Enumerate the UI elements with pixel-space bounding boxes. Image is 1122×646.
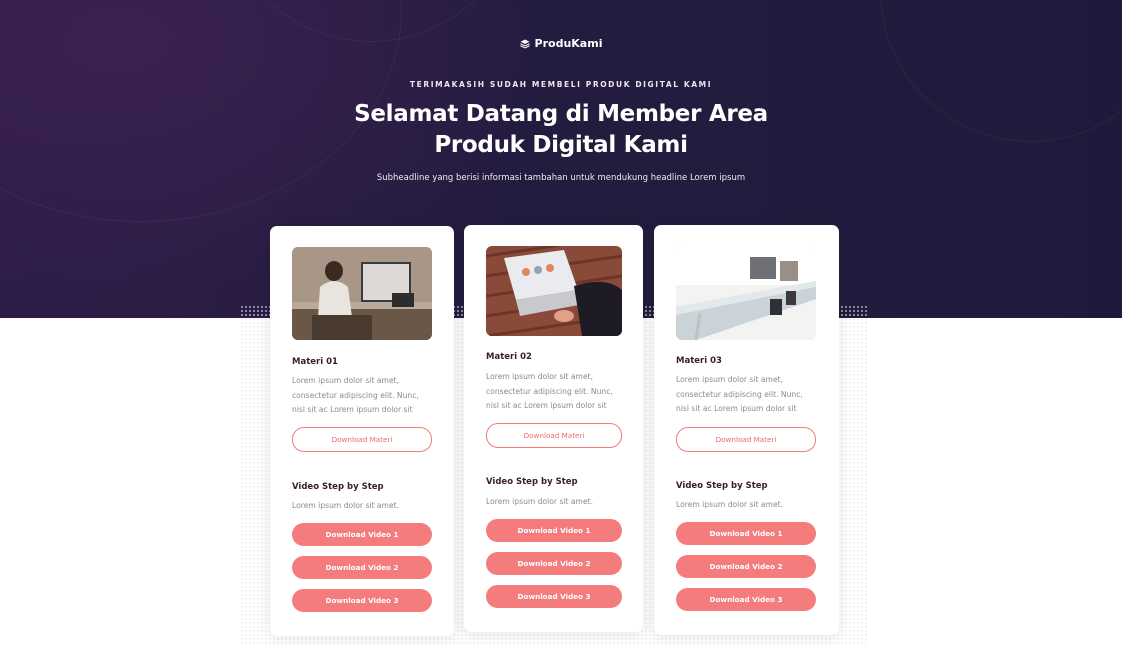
download-video-2-button[interactable]: Download Video 2 [676, 555, 816, 578]
download-materi-button[interactable]: Download Materi [292, 427, 432, 452]
video-section-title: Video Step by Step [486, 477, 578, 487]
video-section-title: Video Step by Step [292, 482, 384, 492]
headline-line-1: Selamat Datang di Member Area [354, 101, 768, 127]
download-video-3-button[interactable]: Download Video 3 [676, 588, 816, 611]
decorative-ring [880, 0, 1122, 142]
download-video-1-button[interactable]: Download Video 1 [292, 523, 432, 546]
hero-headline: Selamat Datang di Member Area Produk Dig… [311, 99, 811, 161]
download-video-2-button[interactable]: Download Video 2 [486, 552, 622, 575]
materi-card-1: Materi 01 Lorem ipsum dolor sit amet, co… [270, 226, 454, 636]
brand-logo[interactable]: ProduKami [0, 37, 1122, 50]
hero-subheadline: Subheadline yang berisi informasi tambah… [376, 173, 746, 183]
person-at-desk-image [292, 247, 432, 340]
card-description: Lorem ipsum dolor sit amet, consectetur … [292, 376, 419, 414]
materi-card-3: Materi 03 Lorem ipsum dolor sit amet, co… [654, 225, 839, 635]
video-section-description: Lorem ipsum dolor sit amet. [676, 500, 784, 509]
card-thumbnail [292, 247, 432, 340]
card-thumbnail [486, 246, 622, 336]
card-title: Materi 03 [676, 356, 722, 366]
video-section-description: Lorem ipsum dolor sit amet. [486, 497, 594, 506]
card-description: Lorem ipsum dolor sit amet, consectetur … [486, 372, 613, 410]
office-desk-image [676, 247, 816, 340]
materi-card-2: Materi 02 Lorem ipsum dolor sit amet, co… [464, 225, 643, 632]
card-description: Lorem ipsum dolor sit amet, consectetur … [676, 375, 803, 413]
download-video-3-button[interactable]: Download Video 3 [486, 585, 622, 608]
download-materi-button[interactable]: Download Materi [486, 423, 622, 448]
download-video-2-button[interactable]: Download Video 2 [292, 556, 432, 579]
card-title: Materi 01 [292, 357, 338, 367]
card-thumbnail [676, 247, 816, 340]
video-section-title: Video Step by Step [676, 481, 768, 491]
laptop-analytics-image [486, 246, 622, 336]
download-video-3-button[interactable]: Download Video 3 [292, 589, 432, 612]
download-video-1-button[interactable]: Download Video 1 [486, 519, 622, 542]
card-title: Materi 02 [486, 352, 532, 362]
headline-line-2: Produk Digital Kami [434, 132, 688, 158]
video-section-description: Lorem ipsum dolor sit amet. [292, 501, 400, 510]
layers-icon [519, 39, 530, 49]
brand-name: ProduKami [534, 37, 603, 50]
hero-eyebrow: TERIMAKASIH SUDAH MEMBELI PRODUK DIGITAL… [409, 80, 713, 89]
download-materi-button[interactable]: Download Materi [676, 427, 816, 452]
download-video-1-button[interactable]: Download Video 1 [676, 522, 816, 545]
